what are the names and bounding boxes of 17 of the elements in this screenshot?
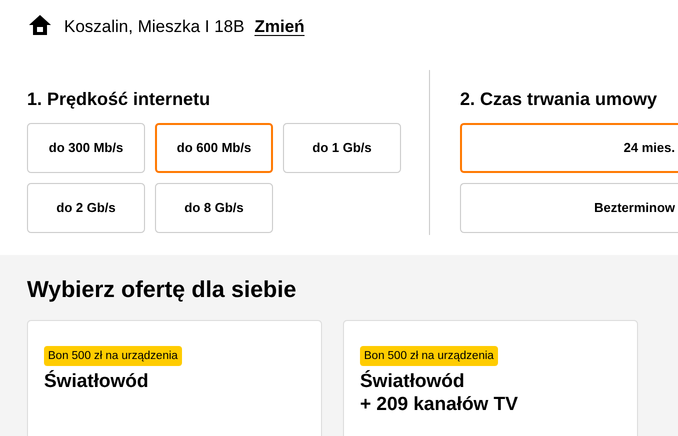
contract-option[interactable]: Bezterminow — [460, 183, 678, 233]
voucher-badge: Bon 500 zł na urządzenia — [360, 346, 498, 366]
speed-option[interactable]: do 600 Mb/s — [155, 123, 273, 173]
speed-option[interactable]: do 300 Mb/s — [27, 123, 145, 173]
offers-title: Wybierz ofertę dla siebie — [27, 275, 298, 303]
home-icon — [28, 14, 52, 36]
offer-name: Światłowód — [44, 370, 150, 393]
address-text: Koszalin, Mieszka I 18B — [64, 17, 244, 36]
speed-option[interactable]: do 2 Gb/s — [27, 183, 145, 233]
voucher-badge: Bon 500 zł na urządzenia — [44, 346, 182, 366]
change-address-link[interactable]: Zmień — [254, 17, 305, 36]
offer-name: Światłowód + 209 kanałów TV — [360, 370, 519, 416]
speed-option[interactable]: do 8 Gb/s — [155, 183, 273, 233]
speed-option[interactable]: do 1 Gb/s — [283, 123, 401, 173]
contract-option[interactable]: 24 mies. — [460, 123, 678, 173]
section-title: 2. Czas trwania umowy — [460, 88, 658, 110]
section-title: 1. Prędkość internetu — [27, 88, 212, 110]
